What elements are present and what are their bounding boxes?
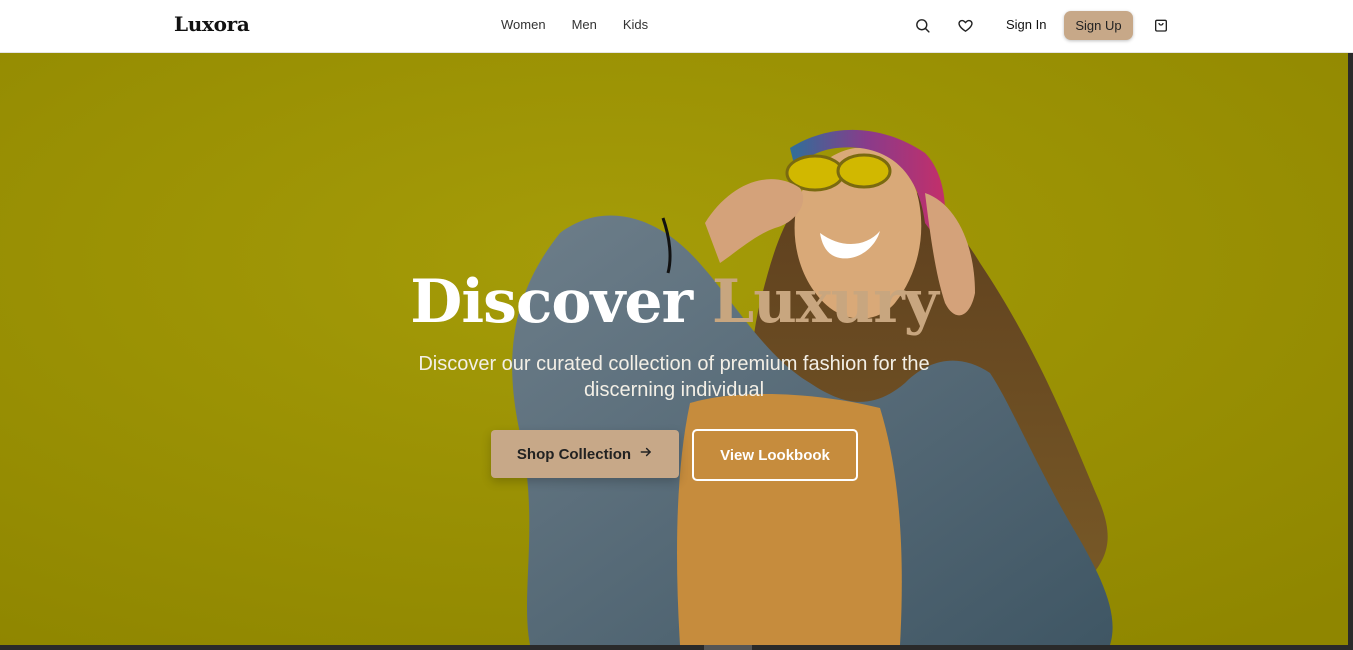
main-nav: Women Men Kids xyxy=(501,17,648,32)
hero-title: Discover Luxury xyxy=(0,267,1348,337)
hero-photo xyxy=(0,53,1348,645)
bottom-bar xyxy=(0,645,1353,650)
shop-collection-label: Shop Collection xyxy=(516,445,632,463)
nav-link-women[interactable]: Women xyxy=(501,17,546,32)
top-navigation-bar: Luxora Women Men Kids Sign In Sign Up xyxy=(0,0,1353,53)
hero-title-accent: Luxury xyxy=(712,267,939,337)
view-lookbook-button[interactable]: View Lookbook xyxy=(692,429,858,481)
heart-icon[interactable] xyxy=(954,14,976,36)
sign-in-button[interactable]: Sign In xyxy=(1006,17,1046,32)
hero-section: Discover Luxury Discover our curated col… xyxy=(0,53,1348,645)
hero-subtitle: Discover our curated collection of premi… xyxy=(418,353,930,401)
brand-logo[interactable]: Luxora xyxy=(174,12,250,36)
arrow-right-icon xyxy=(639,445,653,463)
shopping-bag-icon[interactable] xyxy=(1150,14,1172,36)
shop-collection-button[interactable]: Shop Collection xyxy=(491,430,679,478)
search-icon[interactable] xyxy=(911,14,933,36)
hero-title-main: Discover xyxy=(410,267,693,337)
sign-up-button[interactable]: Sign Up xyxy=(1064,11,1133,40)
nav-link-men[interactable]: Men xyxy=(572,17,597,32)
window-edge xyxy=(1348,0,1353,650)
scroll-indicator[interactable] xyxy=(704,645,752,650)
nav-link-kids[interactable]: Kids xyxy=(623,17,648,32)
